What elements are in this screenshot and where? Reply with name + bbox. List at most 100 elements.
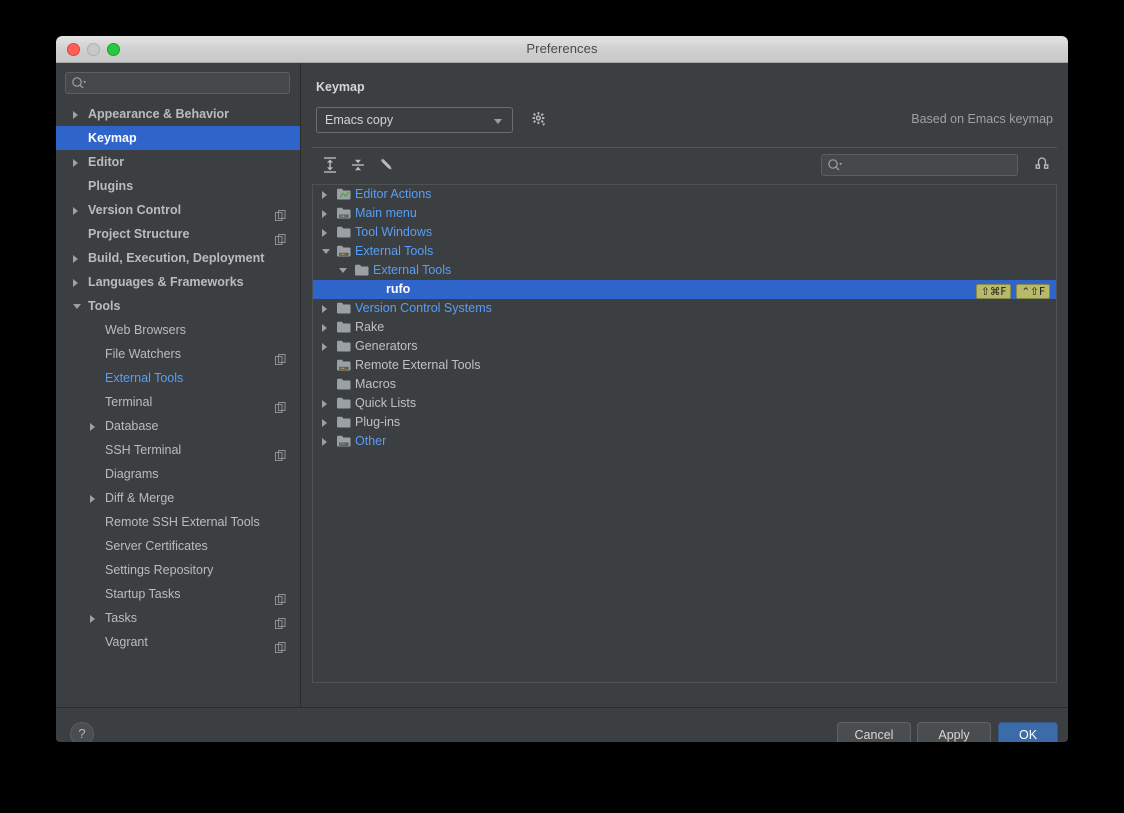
- chevron-right-icon[interactable]: [73, 207, 78, 215]
- keymap-toolbar: [312, 148, 1057, 182]
- sidebar-item-label: Version Control: [88, 203, 182, 217]
- sidebar-item-editor[interactable]: Editor: [56, 150, 300, 174]
- keymap-dropdown[interactable]: Emacs copy: [316, 107, 513, 133]
- tree-row[interactable]: Editor Actions: [313, 185, 1056, 204]
- chevron-right-icon[interactable]: [322, 343, 327, 351]
- tree-row[interactable]: Remote External Tools: [313, 356, 1056, 375]
- tree-row-label: Version Control Systems: [355, 301, 492, 315]
- chevron-right-icon[interactable]: [322, 305, 327, 313]
- chevron-right-icon[interactable]: [73, 279, 78, 287]
- tree-row[interactable]: External Tools: [313, 261, 1056, 280]
- folder-icon: [355, 264, 369, 277]
- sidebar-item-server-certificates[interactable]: Server Certificates: [56, 534, 300, 558]
- collapse-all-icon[interactable]: [346, 156, 370, 176]
- sidebar-item-tasks[interactable]: Tasks: [56, 606, 300, 630]
- tree-row-label: Macros: [355, 377, 396, 391]
- sidebar-item-plugins[interactable]: Plugins: [56, 174, 300, 198]
- tree-row[interactable]: Rake: [313, 318, 1056, 337]
- pencil-edit-icon[interactable]: [375, 156, 399, 176]
- folder-icon: [337, 340, 351, 353]
- sidebar-item-web-browsers[interactable]: Web Browsers: [56, 318, 300, 342]
- sidebar-item-label: Terminal: [105, 395, 153, 409]
- chevron-right-icon[interactable]: [322, 191, 327, 199]
- chevron-down-icon[interactable]: [339, 268, 347, 273]
- sidebar-item-keymap[interactable]: Keymap: [56, 126, 300, 150]
- sidebar-item-vagrant[interactable]: Vagrant: [56, 630, 300, 654]
- sidebar-item-build-execution-deployment[interactable]: Build, Execution, Deployment: [56, 246, 300, 270]
- sidebar-item-tools[interactable]: Tools: [56, 294, 300, 318]
- sidebar-item-database[interactable]: Database: [56, 414, 300, 438]
- tree-row-label: Generators: [355, 339, 418, 353]
- chevron-right-icon[interactable]: [322, 400, 327, 408]
- apply-button[interactable]: Apply: [917, 722, 991, 742]
- expand-all-icon[interactable]: [318, 156, 342, 176]
- tree-row[interactable]: Other: [313, 432, 1056, 451]
- tree-row-label: Rake: [355, 320, 385, 334]
- tree-row[interactable]: External Tools: [313, 242, 1056, 261]
- sidebar-item-project-structure[interactable]: Project Structure: [56, 222, 300, 246]
- tree-row[interactable]: rufo ⇧⌘F ⌃⇧F: [313, 280, 1056, 299]
- sidebar-item-diagrams[interactable]: Diagrams: [56, 462, 300, 486]
- project-scope-copy-icon: [275, 229, 286, 245]
- folder-icon: [337, 416, 351, 429]
- sidebar-item-startup-tasks[interactable]: Startup Tasks: [56, 582, 300, 606]
- sidebar-item-remote-ssh-external-tools[interactable]: Remote SSH External Tools: [56, 510, 300, 534]
- tree-row[interactable]: Main menu: [313, 204, 1056, 223]
- sidebar-item-label: Web Browsers: [105, 323, 187, 337]
- tree-row[interactable]: Tool Windows: [313, 223, 1056, 242]
- chevron-right-icon[interactable]: [90, 423, 95, 431]
- tree-row-label: Editor Actions: [355, 187, 432, 201]
- based-on-label: Based on Emacs keymap: [911, 112, 1053, 126]
- shortcut-search-input[interactable]: [821, 154, 1018, 176]
- chevron-right-icon[interactable]: [322, 438, 327, 446]
- tree-row-label: Other: [355, 434, 387, 448]
- chevron-right-icon[interactable]: [73, 159, 78, 167]
- sidebar-item-appearance-behavior[interactable]: Appearance & Behavior: [56, 102, 300, 126]
- sidebar-item-label: Tools: [88, 299, 121, 313]
- sidebar-item-settings-repository[interactable]: Settings Repository: [56, 558, 300, 582]
- tree-row[interactable]: Plug-ins: [313, 413, 1056, 432]
- sidebar-item-ssh-terminal[interactable]: SSH Terminal: [56, 438, 300, 462]
- chevron-right-icon[interactable]: [73, 255, 78, 263]
- ok-button[interactable]: OK: [998, 722, 1058, 742]
- window-titlebar: Preferences: [56, 36, 1068, 63]
- project-scope-copy-icon: [275, 613, 286, 629]
- folder-icon: [337, 321, 351, 334]
- sidebar-search-wrapper: [56, 63, 300, 94]
- sidebar-item-label: Project Structure: [88, 227, 190, 241]
- tree-row[interactable]: Generators: [313, 337, 1056, 356]
- keymap-tree[interactable]: Editor Actions Main menu Tool Windows Exter…: [312, 184, 1057, 683]
- tree-row[interactable]: Quick Lists: [313, 394, 1056, 413]
- chevron-right-icon[interactable]: [90, 615, 95, 623]
- find-by-shortcut-icon[interactable]: [1031, 154, 1053, 176]
- sidebar-item-label: Database: [105, 419, 159, 433]
- sidebar-item-file-watchers[interactable]: File Watchers: [56, 342, 300, 366]
- dialog-footer: ? Cancel Apply OK: [56, 707, 1068, 742]
- sidebar-item-version-control[interactable]: Version Control: [56, 198, 300, 222]
- gear-icon[interactable]: [531, 107, 551, 132]
- help-button[interactable]: ?: [70, 722, 94, 742]
- sidebar-search-input[interactable]: [65, 72, 290, 94]
- folder-menu-icon: [337, 207, 351, 220]
- chevron-down-icon[interactable]: [322, 249, 330, 254]
- sidebar-item-languages-frameworks[interactable]: Languages & Frameworks: [56, 270, 300, 294]
- tree-row-label: Remote External Tools: [355, 358, 481, 372]
- sidebar-item-terminal[interactable]: Terminal: [56, 390, 300, 414]
- sidebar-item-external-tools[interactable]: External Tools: [56, 366, 300, 390]
- sidebar-item-diff-merge[interactable]: Diff & Merge: [56, 486, 300, 510]
- tree-row[interactable]: Macros: [313, 375, 1056, 394]
- sidebar-item-label: Server Certificates: [105, 539, 208, 553]
- chevron-right-icon[interactable]: [73, 111, 78, 119]
- chevron-right-icon[interactable]: [322, 419, 327, 427]
- chevron-right-icon[interactable]: [322, 229, 327, 237]
- tree-row[interactable]: Version Control Systems: [313, 299, 1056, 318]
- chevron-right-icon[interactable]: [90, 495, 95, 503]
- chevron-down-icon[interactable]: [73, 304, 81, 309]
- tree-row-label: rufo: [386, 282, 411, 296]
- sidebar-item-label: Appearance & Behavior: [88, 107, 230, 121]
- cancel-button[interactable]: Cancel: [837, 722, 911, 742]
- chevron-right-icon[interactable]: [322, 324, 327, 332]
- chevron-right-icon[interactable]: [322, 210, 327, 218]
- folder-other-icon: [337, 435, 351, 448]
- search-icon: [71, 76, 87, 90]
